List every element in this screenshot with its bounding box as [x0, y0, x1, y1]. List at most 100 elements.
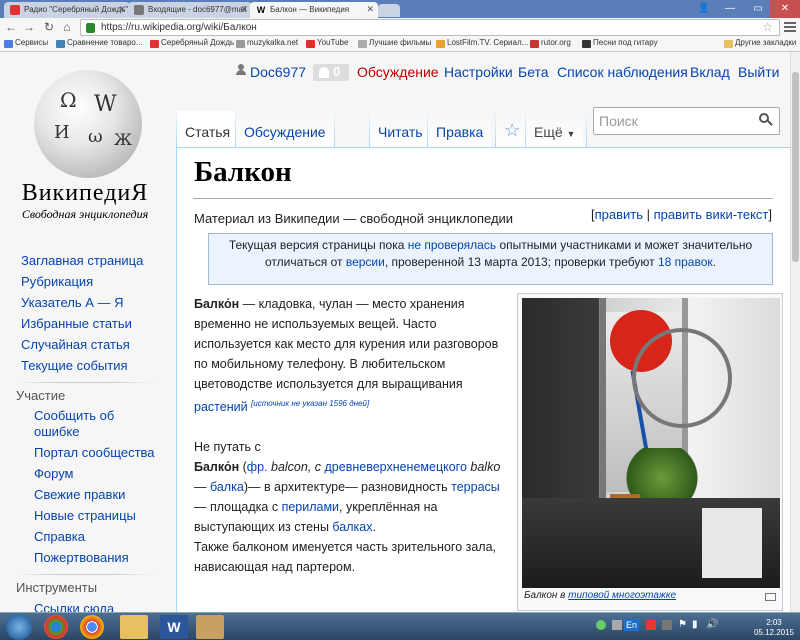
watch-star-icon[interactable]: ☆ — [496, 111, 529, 147]
explorer-folder-icon[interactable] — [120, 615, 148, 639]
version-link[interactable]: версии — [346, 255, 385, 269]
page-scrollbar[interactable] — [790, 52, 800, 612]
sidebar-item-donate[interactable]: Пожертвования — [34, 547, 129, 568]
edit-link[interactable]: править — [595, 207, 643, 222]
terrace-link[interactable]: террасы — [451, 480, 500, 494]
maximize-icon[interactable]: ▭ — [744, 0, 772, 18]
citation-needed-link[interactable]: [источник не указан 1596 дней] — [251, 399, 369, 408]
scrollbar-thumb[interactable] — [792, 72, 799, 262]
close-window-icon[interactable]: ✕ — [770, 0, 800, 18]
back-icon[interactable]: ← — [4, 19, 18, 35]
railing-link[interactable]: перилами — [282, 500, 339, 514]
edit-wikitext-link[interactable]: править вики-текст — [654, 207, 769, 222]
flag-icon[interactable]: ⚑ — [678, 619, 687, 630]
enlarge-icon[interactable] — [765, 593, 776, 601]
reload-icon[interactable]: ↻ — [42, 19, 56, 35]
address-bar[interactable]: https://ru.wikipedia.org/wiki/Балкон ☆ — [80, 19, 780, 36]
beta-link[interactable]: Бета — [518, 64, 549, 80]
bookmark-compare[interactable]: Сравнение товаро... — [56, 38, 143, 48]
user-profile-icon[interactable]: 👤 — [690, 0, 718, 18]
personal-talk-link[interactable]: Обсуждение — [357, 64, 439, 80]
plants-link[interactable]: растений — [194, 400, 248, 414]
browser-tab-mail[interactable]: Входящие - doc6977@mail ✕ — [128, 2, 252, 18]
tab-edit[interactable]: Правка — [428, 111, 492, 147]
bookmark-other[interactable]: Другие закладки — [724, 38, 796, 48]
radio-icon — [150, 40, 159, 48]
search-icon[interactable] — [759, 113, 773, 127]
sidebar-item-recent-changes[interactable]: Свежие правки — [34, 484, 125, 505]
caption-link[interactable]: типовой многоэтажке — [568, 590, 676, 601]
browser-tab-wikipedia[interactable]: W Балкон — Википедия ✕ — [250, 2, 378, 18]
sidebar-item-categories[interactable]: Рубрикация — [21, 271, 93, 292]
forward-icon[interactable]: → — [22, 19, 36, 35]
volume-icon[interactable]: 🔊 — [706, 619, 718, 630]
bookmark-star-icon[interactable]: ☆ — [762, 20, 773, 34]
browser-menu-icon[interactable] — [784, 20, 796, 34]
sidebar-item-random[interactable]: Случайная статья — [21, 334, 130, 355]
logout-link[interactable]: Выйти — [738, 64, 779, 80]
contributions-link[interactable]: Вклад — [690, 64, 730, 80]
chrome-icon[interactable] — [80, 615, 104, 639]
pending-edits-link[interactable]: 18 правок — [658, 255, 713, 269]
close-tab-icon[interactable]: ✕ — [366, 4, 374, 15]
old-high-german-link[interactable]: древневерхненемецкого — [325, 460, 467, 474]
beam-link[interactable]: балка — [210, 480, 244, 494]
more-menu[interactable]: Ещё ▼ — [526, 111, 584, 147]
sidebar-item-community-portal[interactable]: Портал сообщества — [34, 442, 155, 463]
ie-icon[interactable] — [44, 615, 68, 639]
language-indicator[interactable]: En — [624, 619, 640, 631]
new-tab-button[interactable] — [378, 4, 400, 17]
bookmark-rutor[interactable]: rutor.org — [530, 38, 571, 48]
watchlist-link[interactable]: Список наблюдения — [557, 64, 688, 80]
tray-app-icon[interactable] — [612, 620, 622, 630]
tray-app-icon[interactable] — [662, 620, 672, 630]
sidebar-divider — [16, 382, 156, 383]
tray-app-icon[interactable] — [646, 620, 656, 630]
bookmark-songs[interactable]: Песни под гитару — [582, 38, 658, 48]
browser-tab-radio[interactable]: Радио "Серебряный Дождь" ✕ — [4, 2, 130, 18]
close-tab-icon[interactable]: ✕ — [118, 4, 126, 15]
bookmark-services[interactable]: Сервисы — [4, 38, 48, 48]
french-link[interactable]: фр. — [247, 460, 268, 474]
bookmark-films[interactable]: Лучшие фильмы — [358, 38, 431, 48]
tab-talk[interactable]: Обсуждение — [236, 111, 334, 147]
lostfilm-icon — [436, 40, 445, 48]
bookmark-youtube[interactable]: YouTube — [306, 38, 348, 48]
balcony-photo[interactable] — [522, 298, 780, 588]
clock[interactable]: 2:03 05.12.2015 — [754, 618, 794, 638]
url-text: https://ru.wikipedia.org/wiki/Балкон — [101, 22, 257, 33]
not-reviewed-link[interactable]: не проверялась — [408, 238, 496, 252]
sidebar-item-help[interactable]: Справка — [34, 526, 85, 547]
tray-app-icon[interactable] — [596, 620, 606, 630]
sidebar-item-current-events[interactable]: Текущие события — [21, 355, 128, 376]
word-icon[interactable]: W — [160, 615, 188, 639]
sidebar-item-index[interactable]: Указатель А — Я — [21, 292, 124, 313]
search-input[interactable]: Поиск — [593, 107, 780, 135]
sidebar-heading-participation[interactable]: Участие — [16, 388, 65, 403]
username-link[interactable]: Doc6977 — [250, 64, 306, 80]
sidebar-heading-tools[interactable]: Инструменты — [16, 580, 97, 595]
bookmark-muzykalka[interactable]: muzykalka.net — [236, 38, 298, 48]
close-tab-icon[interactable]: ✕ — [240, 4, 248, 15]
network-icon[interactable]: ▮ — [692, 619, 698, 630]
home-icon[interactable]: ⌂ — [60, 19, 74, 35]
sidebar-item-what-links-here[interactable]: Ссылки сюда — [34, 598, 114, 612]
tab-article[interactable]: Статья — [177, 111, 239, 147]
sidebar-item-featured[interactable]: Избранные статьи — [21, 313, 132, 334]
notifications-badge[interactable]: 0 — [313, 64, 349, 81]
beams-link[interactable]: балках — [332, 520, 372, 534]
disambiguation-intro: Не путать с — [194, 440, 261, 455]
wikipedia-wordmark[interactable]: ВикипедиЯ — [10, 180, 160, 207]
minimize-icon[interactable]: — — [716, 0, 744, 18]
preferences-link[interactable]: Настройки — [444, 64, 513, 80]
sidebar-item-forum[interactable]: Форум — [34, 463, 74, 484]
tab-read[interactable]: Читать — [370, 111, 431, 147]
bookmark-lostfilm[interactable]: LostFilm.TV. Сериал... — [436, 38, 528, 48]
sidebar-item-main-page[interactable]: Заглавная страница — [21, 250, 143, 271]
sidebar-item-new-pages[interactable]: Новые страницы — [34, 505, 136, 526]
start-button[interactable] — [6, 614, 32, 640]
sidebar-item-report-error[interactable]: Сообщить об ошибке — [34, 408, 144, 440]
paint-icon[interactable] — [196, 615, 224, 639]
thumbnail-caption: Балкон в типовой многоэтажке — [524, 590, 677, 601]
bookmark-radio[interactable]: Серебряный Дождь — [150, 38, 234, 48]
